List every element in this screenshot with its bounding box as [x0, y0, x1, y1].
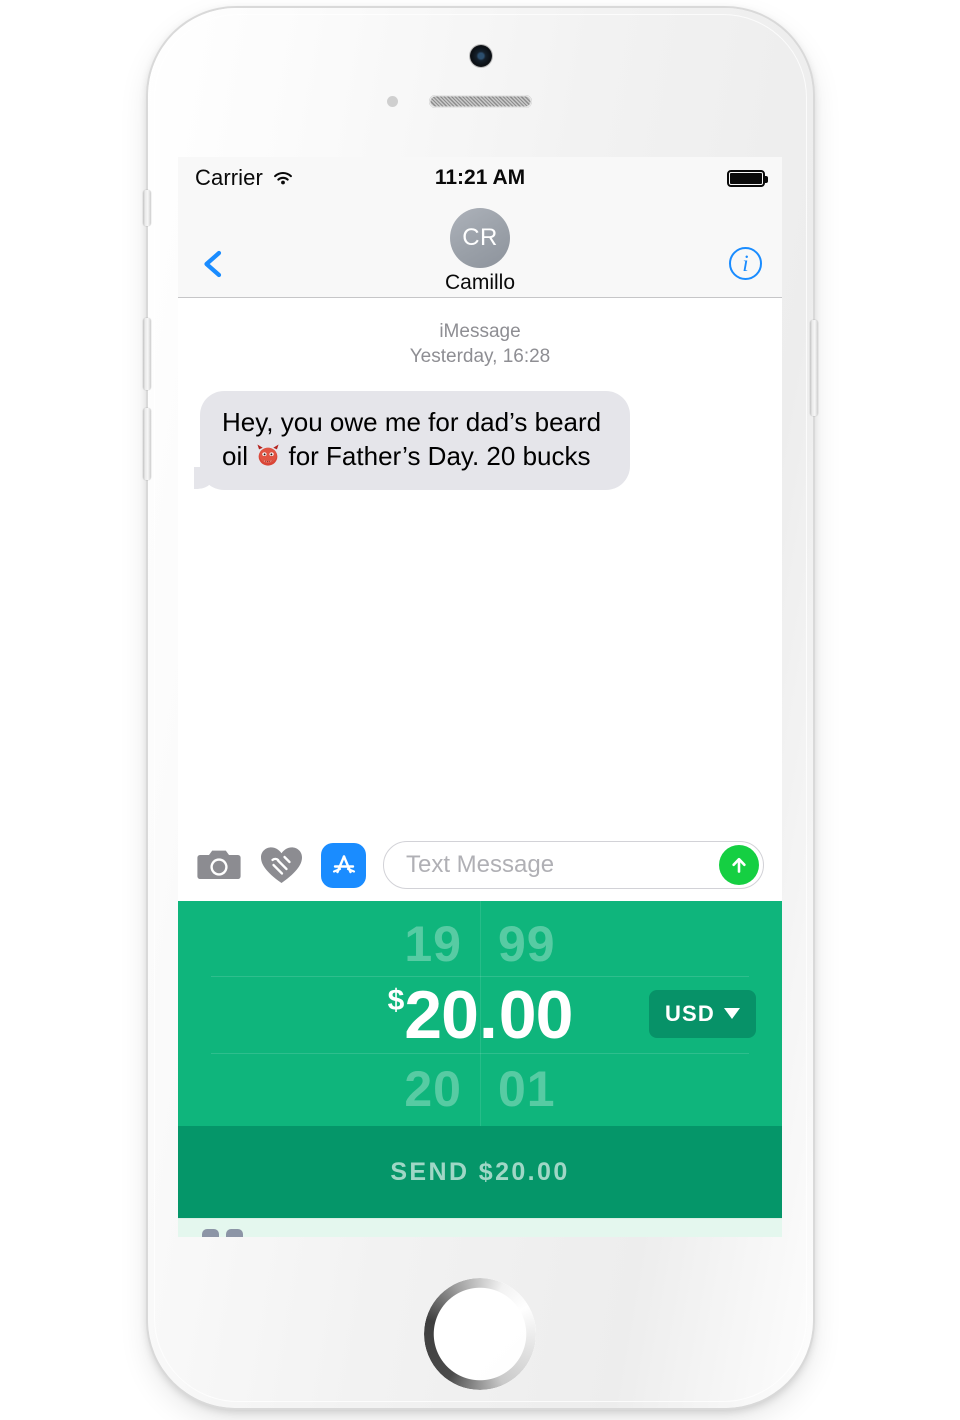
digital-touch-heart-icon[interactable] [259, 844, 304, 886]
camera-icon[interactable] [196, 846, 242, 884]
contact-name: Camillo [444, 271, 515, 294]
selected-amount: $ 20 . 00 [387, 976, 574, 1054]
message-bubble-incoming[interactable]: Hey, you owe me for dad’s beard oil for … [200, 391, 630, 490]
currency-selector[interactable]: USD [648, 989, 756, 1038]
app-grid-icon[interactable] [202, 1229, 243, 1237]
imessage-app-drawer-bar [178, 1218, 782, 1237]
app-store-icon[interactable] [321, 842, 366, 888]
picker-dollars-below: 20 [404, 1061, 462, 1117]
message-text-part-2: for Father’s Day. 20 bucks [281, 441, 591, 472]
currency-label: USD [664, 1000, 715, 1026]
avatar-initials: CR [462, 224, 498, 251]
payment-app-panel: 19 99 $ 20 . 00 20 01 USD SEND $20.00 [178, 901, 782, 1218]
volume-down-button[interactable] [143, 408, 151, 480]
thread-meta: iMessage Yesterday, 16:28 [178, 319, 782, 369]
navigation-bar: CR Camillo i [178, 199, 782, 298]
picker-cents-above: 99 [498, 916, 556, 972]
message-placeholder: Text Message [406, 851, 555, 878]
battery-fill [730, 172, 762, 184]
chevron-up-icon[interactable] [718, 1237, 758, 1238]
currency-symbol: $ [387, 984, 405, 1017]
earpiece-speaker [429, 95, 532, 108]
amount-separator: . [478, 977, 498, 1053]
grid-dot [226, 1229, 243, 1237]
thread-timestamp: Yesterday, 16:28 [409, 346, 551, 368]
grid-dot [202, 1229, 219, 1237]
home-button-ring [424, 1278, 536, 1390]
status-bar-left: Carrier [195, 165, 295, 191]
volume-up-button[interactable] [143, 318, 151, 390]
imp-face-emoji [257, 444, 279, 467]
send-money-label: SEND $20.00 [390, 1157, 570, 1186]
amount-cents: 00 [498, 977, 574, 1053]
avatar[interactable]: CR [450, 208, 510, 268]
wifi-icon [273, 172, 292, 185]
message-row: Hey, you owe me for dad’s beard oil for … [178, 391, 782, 490]
amount-picker[interactable]: 19 99 $ 20 . 00 20 01 USD [178, 901, 782, 1126]
proximity-sensor [387, 96, 398, 107]
info-circle-icon[interactable]: i [729, 247, 762, 280]
status-bar: Carrier 11:21 AM [178, 157, 782, 199]
picker-cents-below: 01 [498, 1061, 556, 1117]
service-label: iMessage [439, 321, 521, 342]
status-bar-right [727, 169, 768, 187]
caret-down-icon [724, 1008, 740, 1019]
front-camera-icon [470, 45, 492, 67]
conversation-area: iMessage Yesterday, 16:28 Hey, you owe m… [178, 298, 782, 828]
power-button[interactable] [810, 320, 818, 416]
battery-icon [727, 169, 768, 187]
picker-dollars-above: 19 [404, 916, 462, 972]
contact-header[interactable]: CR Camillo [178, 208, 782, 295]
send-money-button[interactable]: SEND $20.00 [178, 1126, 782, 1218]
screenshot-root: Carrier 11:21 AM CR Camillo i iMessage Y… [0, 0, 960, 1420]
send-message-button[interactable] [719, 845, 759, 885]
mute-switch-button[interactable] [143, 190, 151, 226]
picker-row-above[interactable]: 19 99 [178, 911, 782, 977]
message-text-field[interactable]: Text Message [383, 841, 764, 889]
arrow-up-icon [732, 857, 746, 873]
phone-screen: Carrier 11:21 AM CR Camillo i iMessage Y… [178, 157, 782, 1237]
carrier-label: Carrier [195, 165, 263, 190]
picker-row-below[interactable]: 20 01 [178, 1056, 782, 1122]
amount-dollars: 20 [404, 977, 479, 1053]
message-input-toolbar: Text Message [178, 828, 782, 901]
app-store-glyph [332, 855, 355, 874]
